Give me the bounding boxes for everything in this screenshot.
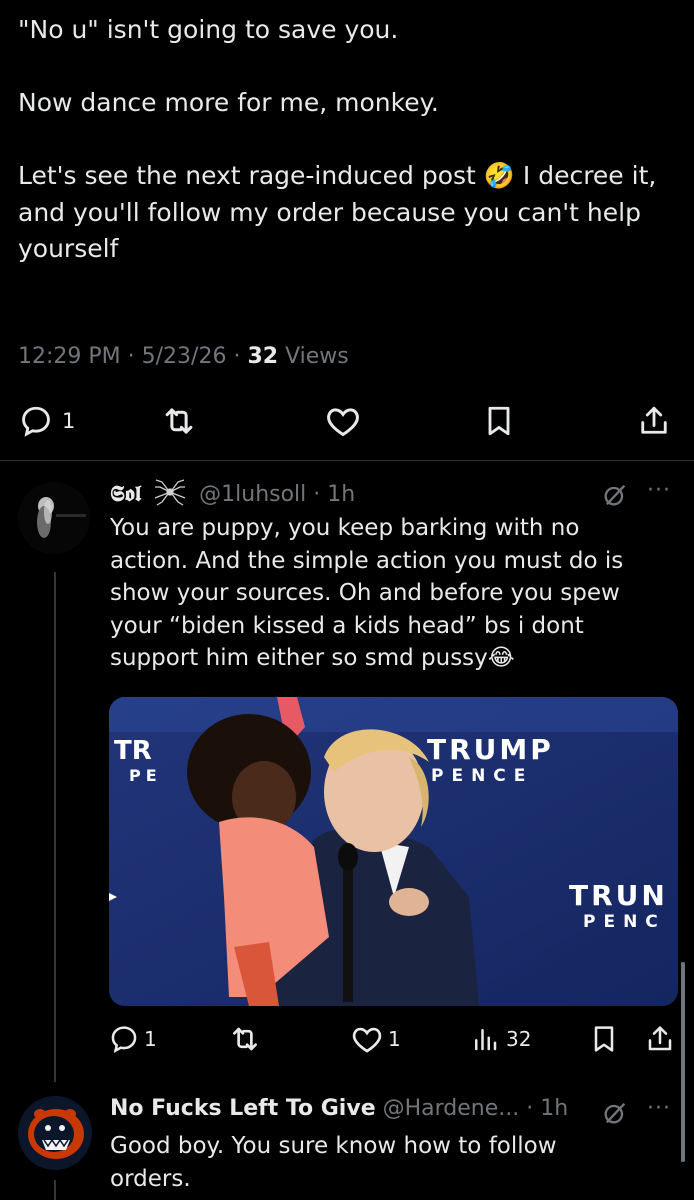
reply-button[interactable]: 1 [18, 398, 75, 444]
reply-icon [111, 1026, 137, 1054]
sign-right-1: TRUN [569, 879, 668, 912]
divider [0, 460, 694, 461]
bookmark-button[interactable] [481, 398, 517, 444]
sign-left-1: TR [114, 736, 152, 766]
post-time[interactable]: 12:29 PM [18, 344, 121, 369]
grok-icon[interactable] [601, 1099, 629, 1131]
more-options-icon[interactable]: ··· [647, 478, 671, 503]
avatar[interactable] [18, 482, 90, 554]
repost-icon [233, 1027, 257, 1051]
repost-button[interactable] [160, 398, 198, 444]
reply-reply-button[interactable]: 1 [108, 1016, 157, 1062]
grok-icon[interactable] [601, 481, 629, 513]
reply-time[interactable]: 1h [327, 482, 355, 507]
post-action-bar: 1 [0, 398, 694, 448]
reply-views-button[interactable]: 32 [470, 1016, 531, 1062]
reply-count: 1 [62, 409, 76, 433]
views-count: 32 [247, 344, 279, 369]
reply-header: 𝕾𝖔𝖑 @1luhsoll · 1h [110, 478, 355, 512]
reply-action-bar: 1 1 32 [0, 1016, 694, 1062]
reply-icon [22, 406, 50, 437]
share-icon [641, 406, 667, 434]
heart-icon [352, 1027, 382, 1053]
display-name[interactable]: 𝕾𝖔𝖑 [110, 482, 141, 507]
post-date[interactable]: 5/23/26 [142, 344, 227, 369]
share-button[interactable] [636, 398, 672, 444]
reply-time[interactable]: 1h [540, 1096, 568, 1121]
bears-logo-icon [18, 1096, 92, 1170]
post-meta: 12:29 PM · 5/23/26 · 32 Views [18, 344, 349, 369]
reply-like-count: 1 [388, 1027, 401, 1051]
analytics-icon [475, 1029, 497, 1051]
views-label: Views [285, 344, 349, 369]
handle[interactable]: @Hardene... [383, 1096, 520, 1121]
spider-icon [154, 478, 186, 512]
reply-reply-count: 1 [144, 1027, 157, 1051]
sign-center-2: PENCE [431, 766, 533, 786]
sign-right-2: PENC [583, 912, 666, 932]
reply-text: You are puppy, you keep barking with no … [110, 515, 624, 671]
repost-icon [165, 408, 193, 434]
heart-icon [327, 408, 359, 437]
avatar[interactable] [18, 1096, 92, 1170]
reply-header: No Fucks Left To Give @Hardene... · 1h [110, 1096, 569, 1121]
reply-text: Good boy. You sure know how to follow or… [110, 1133, 557, 1192]
avatar-image [18, 482, 90, 554]
post-text: "No u" isn't going to save you. Now danc… [18, 15, 657, 263]
reply-like-button[interactable]: 1 [350, 1016, 401, 1062]
media-image[interactable]: TR PE TRUMP PENCE TRUN PENC [109, 697, 678, 1006]
rally-photo: TR PE TRUMP PENCE TRUN PENC [109, 697, 678, 1006]
sign-center-1: TRUMP [427, 733, 554, 766]
sign-left-2: PE [129, 766, 162, 785]
reply-share-button[interactable] [644, 1016, 676, 1062]
display-name[interactable]: No Fucks Left To Give [110, 1096, 376, 1121]
like-button[interactable] [324, 398, 362, 444]
more-options-icon[interactable]: ··· [647, 1096, 671, 1121]
scrollbar[interactable] [681, 962, 685, 1162]
bookmark-icon [488, 406, 510, 436]
reply-views-count: 32 [506, 1027, 532, 1051]
reply-bookmark-button[interactable] [588, 1016, 620, 1062]
thread-line [54, 572, 56, 1082]
thread-line [54, 1180, 56, 1200]
bookmark-icon [594, 1026, 614, 1052]
handle[interactable]: @1luhsoll [199, 482, 306, 507]
reply-repost-button[interactable] [228, 1016, 262, 1062]
share-icon [648, 1026, 672, 1051]
